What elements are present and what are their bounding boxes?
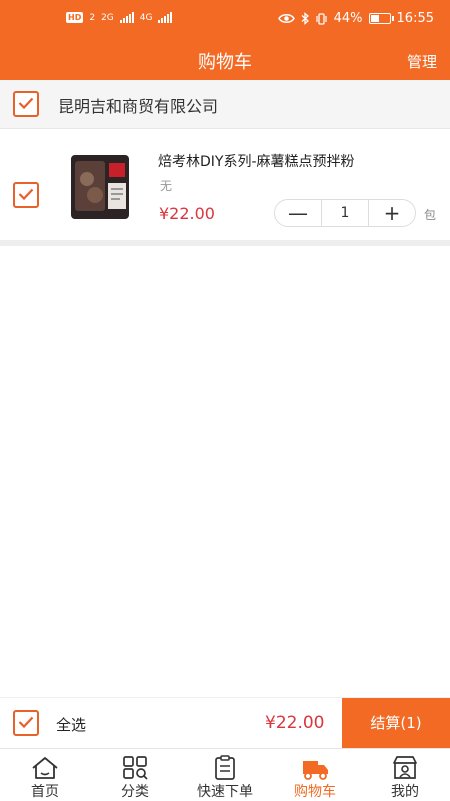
sim-slot: 2: [89, 12, 96, 23]
clipboard-icon: [215, 755, 235, 780]
page-title: 购物车: [198, 52, 252, 73]
manage-button[interactable]: 管理: [407, 51, 437, 72]
status-bar: HD 2 2G 4G 44% 16:55: [0, 0, 450, 40]
product-image[interactable]: [67, 153, 133, 221]
tab-label: 首页: [31, 784, 59, 800]
tab-home[interactable]: 首页: [0, 749, 90, 801]
status-left: HD 2 2G 4G: [66, 12, 173, 23]
tab-label: 我的: [391, 784, 419, 800]
product-name[interactable]: 焙考林DIY系列-麻薯糕点预拌粉: [158, 151, 355, 171]
hd-badge: HD: [66, 12, 84, 23]
clock: 16:55: [396, 11, 434, 26]
tab-quick-order[interactable]: 快速下单: [180, 749, 270, 801]
shop-checkbox[interactable]: [13, 91, 39, 117]
select-all-label[interactable]: 全选: [56, 714, 86, 735]
tab-label: 快速下单: [197, 784, 253, 800]
checkout-button[interactable]: 结算(1): [342, 698, 450, 749]
tab-label: 购物车: [294, 784, 336, 800]
item-checkbox[interactable]: [13, 182, 39, 208]
battery-icon: [368, 13, 394, 24]
checkout-bar: 全选 ¥22.00 结算(1): [0, 697, 450, 749]
truck-icon: [303, 761, 328, 780]
eye-icon: [277, 14, 295, 23]
cart-item: 焙考林DIY系列-麻薯糕点预拌粉 无 ¥22.00 — 1 + 包: [0, 129, 450, 240]
tab-label: 分类: [121, 784, 149, 800]
status-right: 44% 16:55: [277, 11, 434, 26]
quantity-field[interactable]: 1: [321, 200, 369, 226]
product-spec: 无: [160, 179, 173, 193]
total-price: ¥22.00: [265, 713, 325, 733]
tab-category[interactable]: 分类: [90, 749, 180, 801]
tab-bar: 首页 分类 快速下单 购物车 我的: [0, 748, 450, 801]
quantity-stepper: — 1 +: [274, 199, 416, 227]
select-all-checkbox[interactable]: [13, 710, 39, 736]
network-type-1: 2G: [101, 12, 114, 23]
unit-label: 包: [424, 208, 437, 222]
check-icon: [18, 97, 34, 110]
battery-percent: 44%: [333, 11, 363, 26]
network-type-2: 4G: [139, 12, 153, 23]
vibrate-icon: [316, 12, 327, 25]
signal-icon-2: [158, 12, 173, 23]
tab-mine[interactable]: 我的: [360, 749, 450, 801]
home-icon: [32, 757, 58, 779]
shop-header: 昆明吉和商贸有限公司: [0, 80, 450, 129]
increase-button[interactable]: +: [369, 200, 415, 226]
check-icon: [18, 188, 34, 201]
category-icon: [123, 756, 148, 780]
decrease-button[interactable]: —: [275, 200, 321, 226]
title-bar: 购物车 管理: [0, 40, 450, 80]
section-divider: [0, 240, 450, 246]
product-price: ¥22.00: [159, 204, 215, 223]
tab-cart[interactable]: 购物车: [270, 749, 360, 801]
bluetooth-icon: [301, 12, 309, 25]
store-profile-icon: [393, 756, 417, 779]
signal-icon: [119, 12, 134, 23]
shop-name: 昆明吉和商贸有限公司: [58, 97, 219, 116]
check-icon: [18, 716, 34, 729]
